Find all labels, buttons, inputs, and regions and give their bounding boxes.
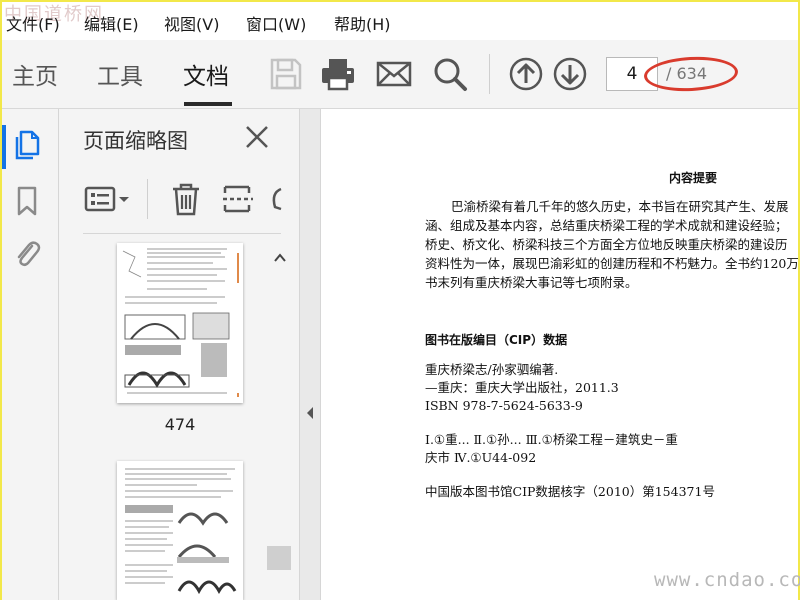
thumbnails-panel: 页面缩略图 474 <box>59 109 299 600</box>
tab-tools[interactable]: 工具 <box>97 57 143 91</box>
paragraph-line: 资料性为一体，展现巴渝彩虹的创建历程和不朽魅力。全书约120万 <box>425 256 798 271</box>
paragraph-line: 桥史、桥文化、桥梁科技三个方面全方位地反映重庆桥梁的建设历 <box>425 237 788 252</box>
content-summary-heading: 内容提要 <box>669 171 718 185</box>
search-icon[interactable] <box>430 54 470 94</box>
page-thumbnails-icon[interactable] <box>12 129 42 161</box>
panel-splitter[interactable] <box>299 109 321 600</box>
scrollbar-thumb[interactable] <box>267 546 291 570</box>
thumbnail-page-next[interactable] <box>117 461 243 600</box>
chevron-up-icon[interactable] <box>272 251 288 265</box>
menu-view[interactable]: 视图(V) <box>164 11 219 35</box>
next-page-icon[interactable] <box>550 54 590 94</box>
toolbar-separator <box>489 54 490 94</box>
panel-tool-separator <box>147 179 148 219</box>
paragraph-line: 涵、组成及基本内容，总结重庆桥梁工程的学术成就和建设经验； <box>425 218 788 233</box>
page-options-icon[interactable] <box>83 181 131 217</box>
extract-icon[interactable] <box>221 181 255 217</box>
rotate-icon[interactable] <box>269 181 283 217</box>
print-icon[interactable] <box>318 54 358 94</box>
document-page: 内容提要 巴渝桥梁有着几千年的悠久历史，本书旨在研究其产生、发展 涵、组成及基本… <box>321 109 798 600</box>
watermark-bottom: www.cndao.com <box>654 569 800 591</box>
panel-title: 页面缩略图 <box>83 129 188 153</box>
previous-page-icon[interactable] <box>506 54 546 94</box>
navigation-rail <box>2 109 59 600</box>
cip-data-heading: 图书在版编目（CIP）数据 <box>425 333 568 347</box>
rail-active-indicator <box>2 125 6 169</box>
paragraph-line: 书末列有重庆桥梁大事记等七项附录。 <box>425 275 638 290</box>
menu-edit[interactable]: 编辑(E) <box>84 11 139 35</box>
thumbnail-content <box>117 243 243 403</box>
delete-icon[interactable] <box>169 181 203 217</box>
thumbnail-content <box>117 461 243 600</box>
bookmark-icon[interactable] <box>12 185 42 217</box>
cip-line: 重庆桥梁志/孙家驷编著. <box>425 362 559 377</box>
email-icon[interactable] <box>374 54 414 94</box>
collapse-panel-icon[interactable] <box>305 406 315 420</box>
panel-divider <box>83 233 281 234</box>
paragraph-line: 巴渝桥梁有着几千年的悠久历史，本书旨在研究其产生、发展 <box>451 199 789 214</box>
menu-file[interactable]: 文件(F) <box>6 11 60 35</box>
thumbnail-page-label: 474 <box>164 415 196 434</box>
classification-line: Ⅰ.①重... Ⅱ.①孙... Ⅲ.①桥梁工程－建筑史－重 <box>425 432 678 447</box>
cip-data-block: 重庆桥梁志/孙家驷编著. —重庆：重庆大学出版社，2011.3 ISBN 978… <box>425 361 715 501</box>
cip-line: —重庆：重庆大学出版社，2011.3 <box>425 380 619 395</box>
close-icon[interactable] <box>243 123 271 151</box>
classification-line: 庆市 Ⅳ.①U44-092 <box>425 450 537 465</box>
content-summary-paragraph: 巴渝桥梁有着几千年的悠久历史，本书旨在研究其产生、发展 涵、组成及基本内容，总结… <box>425 197 798 292</box>
cip-line: ISBN 978-7-5624-5633-9 <box>425 398 583 413</box>
tab-home[interactable]: 主页 <box>12 57 58 91</box>
menu-bar: 中国道桥网 文件(F) 编辑(E) 视图(V) 窗口(W) 帮助(H) <box>2 2 798 40</box>
thumbnail-page-474[interactable] <box>117 243 243 403</box>
tab-document[interactable]: 文档 <box>183 57 229 91</box>
menu-window[interactable]: 窗口(W) <box>246 11 306 35</box>
toolbar: 主页 工具 文档 4 / 634 <box>2 40 798 109</box>
save-icon[interactable] <box>266 54 306 94</box>
attachment-icon[interactable] <box>12 237 42 269</box>
active-tab-indicator <box>184 102 232 106</box>
menu-help[interactable]: 帮助(H) <box>334 11 391 35</box>
cip-number: 中国版本图书馆CIP数据核字（2010）第154371号 <box>425 484 715 499</box>
